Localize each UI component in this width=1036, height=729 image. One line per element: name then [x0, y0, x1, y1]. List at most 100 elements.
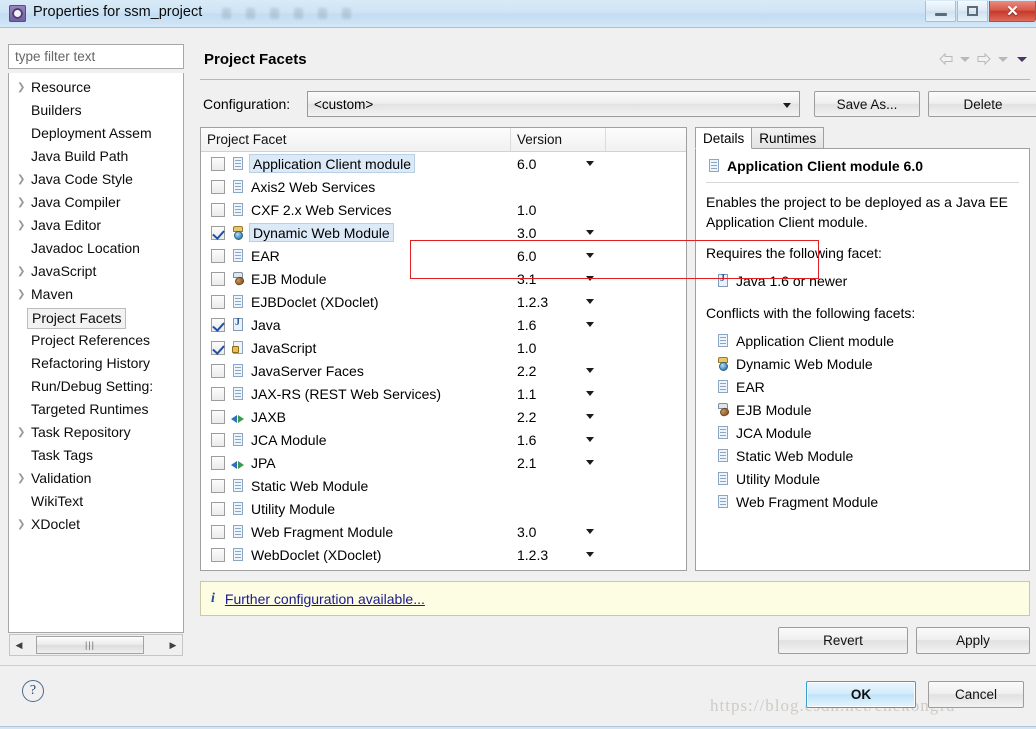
sidebar-item-task-tags[interactable]: Task Tags	[9, 444, 183, 467]
table-row[interactable]: EJBDoclet (XDoclet) 1.2.3	[201, 290, 686, 313]
sidebar-item-java-editor[interactable]: ❯ Java Editor	[9, 214, 183, 237]
facet-version-menu-cell[interactable]	[586, 529, 626, 534]
facet-version-menu-cell[interactable]	[586, 414, 626, 419]
facet-version-cell[interactable]: 2.2	[511, 363, 586, 379]
chevron-right-icon[interactable]: ❯	[17, 467, 27, 490]
facet-name-cell[interactable]: Static Web Module	[201, 478, 511, 494]
chevron-down-icon[interactable]	[586, 391, 594, 396]
arrow-left-icon[interactable]	[938, 52, 954, 66]
facet-checkbox[interactable]	[211, 317, 225, 332]
chevron-down-icon[interactable]	[586, 161, 594, 166]
table-row[interactable]: Utility Module	[201, 497, 686, 520]
table-row[interactable]: ❯ Axis2 Web Services	[201, 175, 686, 198]
scrollbar-thumb[interactable]: |||	[36, 636, 144, 654]
further-configuration-link[interactable]: Further configuration available...	[225, 591, 425, 607]
facet-checkbox[interactable]	[211, 524, 225, 539]
facet-checkbox[interactable]	[211, 455, 225, 470]
close-button[interactable]: ✕	[989, 1, 1036, 22]
chevron-right-icon[interactable]: ❯	[17, 421, 27, 444]
facet-name-cell[interactable]: EJBDoclet (XDoclet)	[201, 294, 511, 310]
chevron-down-icon[interactable]	[586, 529, 594, 534]
facet-name-cell[interactable]: JPA	[201, 455, 511, 471]
sidebar-item-javadoc-location[interactable]: Javadoc Location	[9, 237, 183, 260]
table-row[interactable]: Application Client module 6.0	[201, 152, 686, 175]
facet-name-cell[interactable]: Web Fragment Module	[201, 524, 511, 540]
sidebar-item-resource[interactable]: ❯ Resource	[9, 76, 183, 99]
table-row[interactable]: Dynamic Web Module 3.0	[201, 221, 686, 244]
chevron-right-icon[interactable]: ❯	[17, 214, 27, 237]
sidebar-item-run-debug-setting[interactable]: Run/Debug Setting:	[9, 375, 183, 398]
facet-version-cell[interactable]: 3.1	[511, 271, 586, 287]
sidebar-item-validation[interactable]: ❯ Validation	[9, 467, 183, 490]
table-row[interactable]: JAX-RS (REST Web Services) 1.1	[201, 382, 686, 405]
facet-name-cell[interactable]: Dynamic Web Module	[201, 223, 511, 242]
cancel-button[interactable]: Cancel	[928, 681, 1024, 708]
facet-checkbox[interactable]	[211, 432, 225, 447]
sidebar-item-javascript[interactable]: ❯ JavaScript	[9, 260, 183, 283]
sidebar-item-java-build-path[interactable]: Java Build Path	[9, 145, 183, 168]
sidebar-item-java-compiler[interactable]: ❯ Java Compiler	[9, 191, 183, 214]
chevron-down-icon[interactable]	[586, 253, 594, 258]
revert-button[interactable]: Revert	[778, 627, 908, 654]
facet-checkbox[interactable]	[211, 409, 225, 424]
forward-history-chevron-down-icon[interactable]	[998, 56, 1008, 62]
apply-button[interactable]: Apply	[916, 627, 1030, 654]
facet-version-cell[interactable]: 6.0	[511, 248, 586, 264]
facet-version-cell[interactable]: 1.2.3	[511, 547, 586, 563]
chevron-right-icon[interactable]: ❯	[17, 260, 27, 283]
sidebar-item-xdoclet[interactable]: ❯ XDoclet	[9, 513, 183, 536]
sidebar-item-java-code-style[interactable]: ❯ Java Code Style	[9, 168, 183, 191]
sidebar-item-wikitext[interactable]: WikiText	[9, 490, 183, 513]
chevron-down-icon[interactable]	[586, 414, 594, 419]
facet-checkbox[interactable]	[211, 248, 225, 263]
facet-version-cell[interactable]: 6.0	[511, 156, 586, 172]
table-row[interactable]: JavaServer Faces 2.2	[201, 359, 686, 382]
view-menu-chevron-down-icon[interactable]	[1017, 56, 1027, 62]
facet-checkbox[interactable]	[211, 156, 225, 171]
sidebar-item-builders[interactable]: Builders	[9, 99, 183, 122]
chevron-down-icon[interactable]	[586, 230, 594, 235]
facet-table[interactable]: Project Facet Version Application Client…	[200, 127, 687, 571]
facet-version-cell[interactable]: 1.0	[511, 202, 586, 218]
facet-checkbox[interactable]	[211, 340, 225, 355]
column-header-facet[interactable]: Project Facet	[201, 128, 511, 151]
search-input[interactable]	[8, 44, 184, 69]
chevron-down-icon[interactable]	[586, 460, 594, 465]
chevron-right-icon[interactable]: ❯	[17, 283, 27, 306]
facet-version-cell[interactable]: 1.6	[511, 317, 586, 333]
help-button[interactable]: ?	[22, 680, 44, 702]
chevron-right-icon[interactable]: ❯	[17, 168, 27, 191]
sidebar-item-deployment-assem[interactable]: Deployment Assem	[9, 122, 183, 145]
facet-name-cell[interactable]: EAR	[201, 248, 511, 264]
sidebar-item-maven[interactable]: ❯ Maven	[9, 283, 183, 306]
sidebar-item-refactoring-history[interactable]: Refactoring History	[9, 352, 183, 375]
facet-name-cell[interactable]: ❯ Axis2 Web Services	[201, 179, 511, 195]
maximize-button[interactable]	[957, 1, 988, 22]
facet-checkbox[interactable]	[211, 501, 225, 516]
facet-version-menu-cell[interactable]	[586, 368, 626, 373]
facet-checkbox[interactable]	[211, 478, 225, 493]
chevron-down-icon[interactable]	[586, 437, 594, 442]
facet-version-menu-cell[interactable]	[586, 230, 626, 235]
facet-name-cell[interactable]: WebDoclet (XDoclet)	[201, 547, 511, 563]
facet-version-cell[interactable]: 2.1	[511, 455, 586, 471]
table-row[interactable]: JPA 2.1	[201, 451, 686, 474]
sidebar-item-project-facets[interactable]: Project Facets	[9, 306, 183, 329]
facet-name-cell[interactable]: JCA Module	[201, 432, 511, 448]
facet-checkbox[interactable]	[211, 363, 225, 378]
chevron-right-icon[interactable]: ❯	[17, 513, 27, 536]
facet-version-menu-cell[interactable]	[586, 391, 626, 396]
facet-checkbox[interactable]	[211, 294, 225, 309]
configuration-select[interactable]: <custom>	[307, 91, 800, 117]
table-row[interactable]: WebDoclet (XDoclet) 1.2.3	[201, 543, 686, 566]
facet-version-menu-cell[interactable]	[586, 460, 626, 465]
facet-version-menu-cell[interactable]	[586, 276, 626, 281]
table-row[interactable]: EJB Module 3.1	[201, 267, 686, 290]
facet-checkbox[interactable]	[211, 179, 225, 194]
facet-version-cell[interactable]: 1.0	[511, 340, 586, 356]
facet-name-cell[interactable]: CXF 2.x Web Services	[201, 202, 511, 218]
sidebar-item-project-references[interactable]: Project References	[9, 329, 183, 352]
facet-name-cell[interactable]: JavaScript	[201, 340, 511, 356]
sidebar-item-targeted-runtimes[interactable]: Targeted Runtimes	[9, 398, 183, 421]
facet-version-menu-cell[interactable]	[586, 253, 626, 258]
